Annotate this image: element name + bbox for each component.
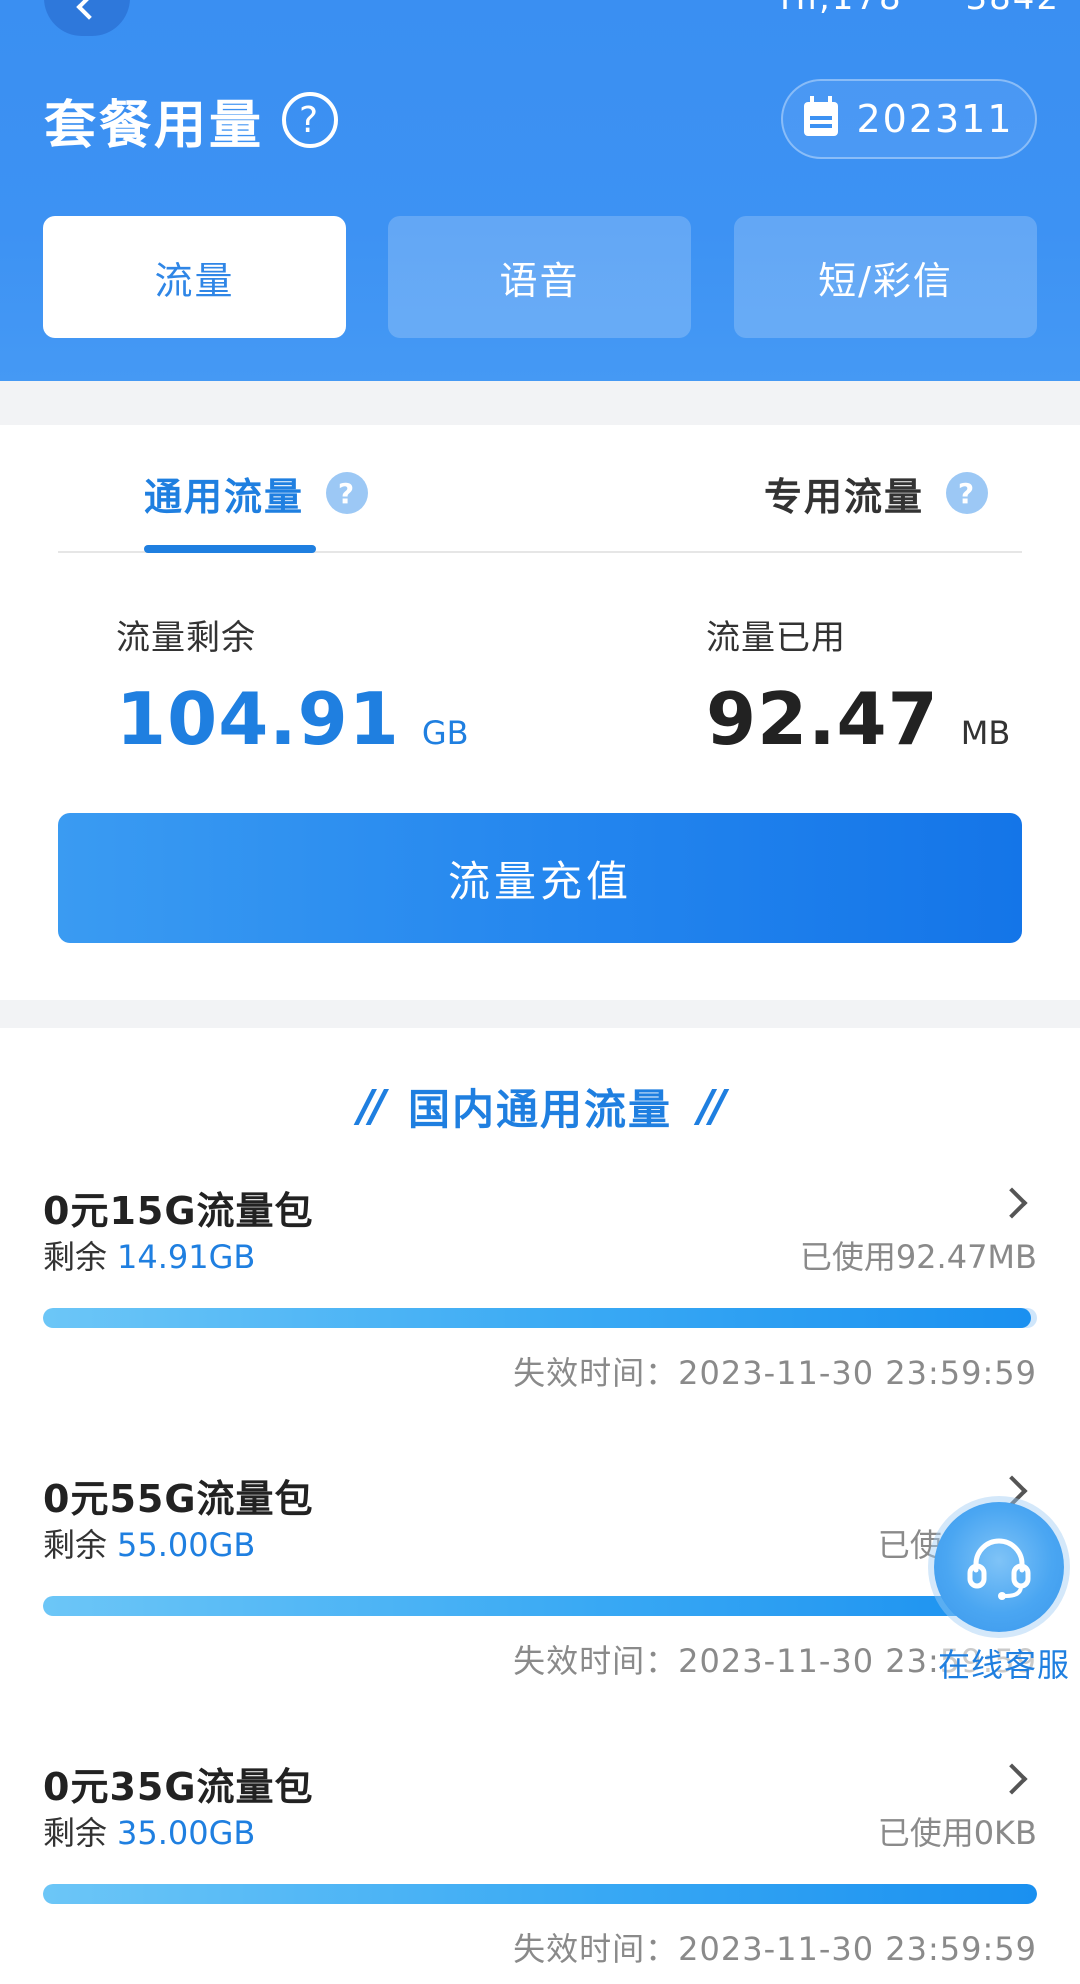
data-remaining-unit: GB (421, 714, 469, 752)
chevron-right-icon (996, 1187, 1028, 1219)
package-item[interactable]: 0元35G流量包 剩余 35.00GB 已使用0KB 失效时间：2023-11-3… (43, 1756, 1037, 1976)
data-used-value: 92.47 (706, 677, 939, 761)
data-remaining-value: 104.91 (116, 677, 400, 761)
package-used: 已使用0KB (877, 1814, 1037, 1852)
tab-voice[interactable]: 语音 (388, 216, 691, 338)
package-expire: 失效时间：2023-11-30 23:59:59 (513, 1924, 1037, 1970)
status-right-text: 3842 (965, 0, 1060, 18)
package-used: 已使用92.47MB (799, 1238, 1037, 1276)
tab-data[interactable]: 流量 (43, 216, 346, 338)
package-remaining-prefix: 剩余 (43, 1238, 108, 1276)
package-progress-bar (43, 1884, 1037, 1904)
header: Hi,178 3842 套餐用量 ? 202311 流量 语音 短/彩信 (0, 0, 1080, 381)
tab-general-data[interactable]: 通用流量 ? (144, 465, 369, 521)
package-progress-fill (43, 1308, 1032, 1328)
package-expire-prefix: 失效时间： (513, 1930, 679, 1968)
page-title-text: 套餐用量 (44, 95, 265, 156)
package-progress-bar (43, 1596, 1037, 1616)
package-remaining-value: 14.91GB (117, 1238, 256, 1276)
package-progress-bar (43, 1308, 1037, 1328)
package-item[interactable]: 0元55G流量包 剩余55.00GB 已使用0KB 失效时间：2023-11-3… (43, 1468, 1037, 1688)
dedicated-help-icon[interactable]: ? (946, 472, 989, 514)
tab-dedicated-data-label: 专用流量 (764, 474, 925, 519)
data-summary-card: 通用流量 ? 专用流量 ? 流量剩余 104.91 GB 流量已用 92.47 … (0, 425, 1080, 1000)
package-name: 0元35G流量包 (43, 1765, 314, 1809)
package-expire-value: 2023-11-30 23:59:59 (678, 1354, 1037, 1392)
help-icon[interactable]: ? (282, 92, 339, 148)
data-recharge-button[interactable]: 流量充值 (58, 813, 1022, 943)
package-remaining-prefix: 剩余 (43, 1814, 108, 1852)
tab-general-data-label: 通用流量 (144, 474, 305, 519)
package-expire-value: 2023-11-30 23:59:59 (678, 1930, 1037, 1968)
headset-icon (967, 1538, 1031, 1600)
package-remaining-value: 55.00GB (117, 1526, 256, 1564)
page-title: 套餐用量 ? (44, 88, 339, 156)
package-remaining-value: 35.00GB (117, 1814, 256, 1852)
package-remaining: 剩余 55.00GB (43, 1520, 255, 1566)
section-title-left-slash: // (357, 1081, 386, 1132)
package-list: // 国内通用流量 // 0元15G流量包 剩余 14.91GB 已使用92.47… (0, 1028, 1080, 1984)
data-used-unit: MB (960, 714, 1011, 752)
status-bar: Hi,178 3842 (730, 0, 1060, 18)
data-remaining: 流量剩余 104.91 GB (116, 610, 469, 761)
online-service-label[interactable]: 在线客服 (938, 1640, 1071, 1686)
back-chevron-icon (76, 0, 102, 20)
package-name: 0元55G流量包 (43, 1477, 314, 1521)
month-value: 202311 (856, 97, 1014, 141)
package-expire: 失效时间：2023-11-30 23:59:59 (513, 1348, 1037, 1394)
section-title: // 国内通用流量 // (0, 1076, 1080, 1137)
package-name: 0元15G流量包 (43, 1189, 314, 1233)
package-remaining: 剩余 35.00GB (43, 1808, 255, 1854)
calendar-icon (804, 96, 839, 136)
data-used: 流量已用 92.47 MB (706, 610, 1010, 761)
month-selector[interactable]: 202311 (781, 79, 1037, 159)
package-remaining-prefix: 剩余 (43, 1526, 108, 1564)
data-type-tabs: 通用流量 ? 专用流量 ? (58, 425, 1022, 553)
tab-sms-mms[interactable]: 短/彩信 (734, 216, 1037, 338)
tab-dedicated-data[interactable]: 专用流量 ? (764, 465, 989, 521)
section-title-text: 国内通用流量 (407, 1085, 672, 1134)
online-service-button[interactable] (934, 1502, 1064, 1632)
package-remaining: 剩余 14.91GB (43, 1232, 255, 1278)
back-button[interactable] (44, 0, 130, 36)
package-progress-fill (43, 1884, 1037, 1904)
chevron-right-icon (996, 1763, 1028, 1795)
data-remaining-label: 流量剩余 (116, 618, 256, 658)
status-left-text: Hi,178 (780, 0, 903, 18)
package-progress-fill (43, 1596, 1037, 1616)
data-used-label: 流量已用 (706, 618, 846, 658)
category-tabs: 流量 语音 短/彩信 (43, 216, 1037, 338)
package-expire-prefix: 失效时间： (513, 1642, 679, 1680)
package-item[interactable]: 0元15G流量包 剩余 14.91GB 已使用92.47MB 失效时间：2023-… (43, 1180, 1037, 1400)
package-expire-prefix: 失效时间： (513, 1354, 679, 1392)
general-help-icon[interactable]: ? (326, 472, 369, 514)
active-tab-indicator (144, 545, 316, 553)
section-title-right-slash: // (698, 1081, 726, 1132)
